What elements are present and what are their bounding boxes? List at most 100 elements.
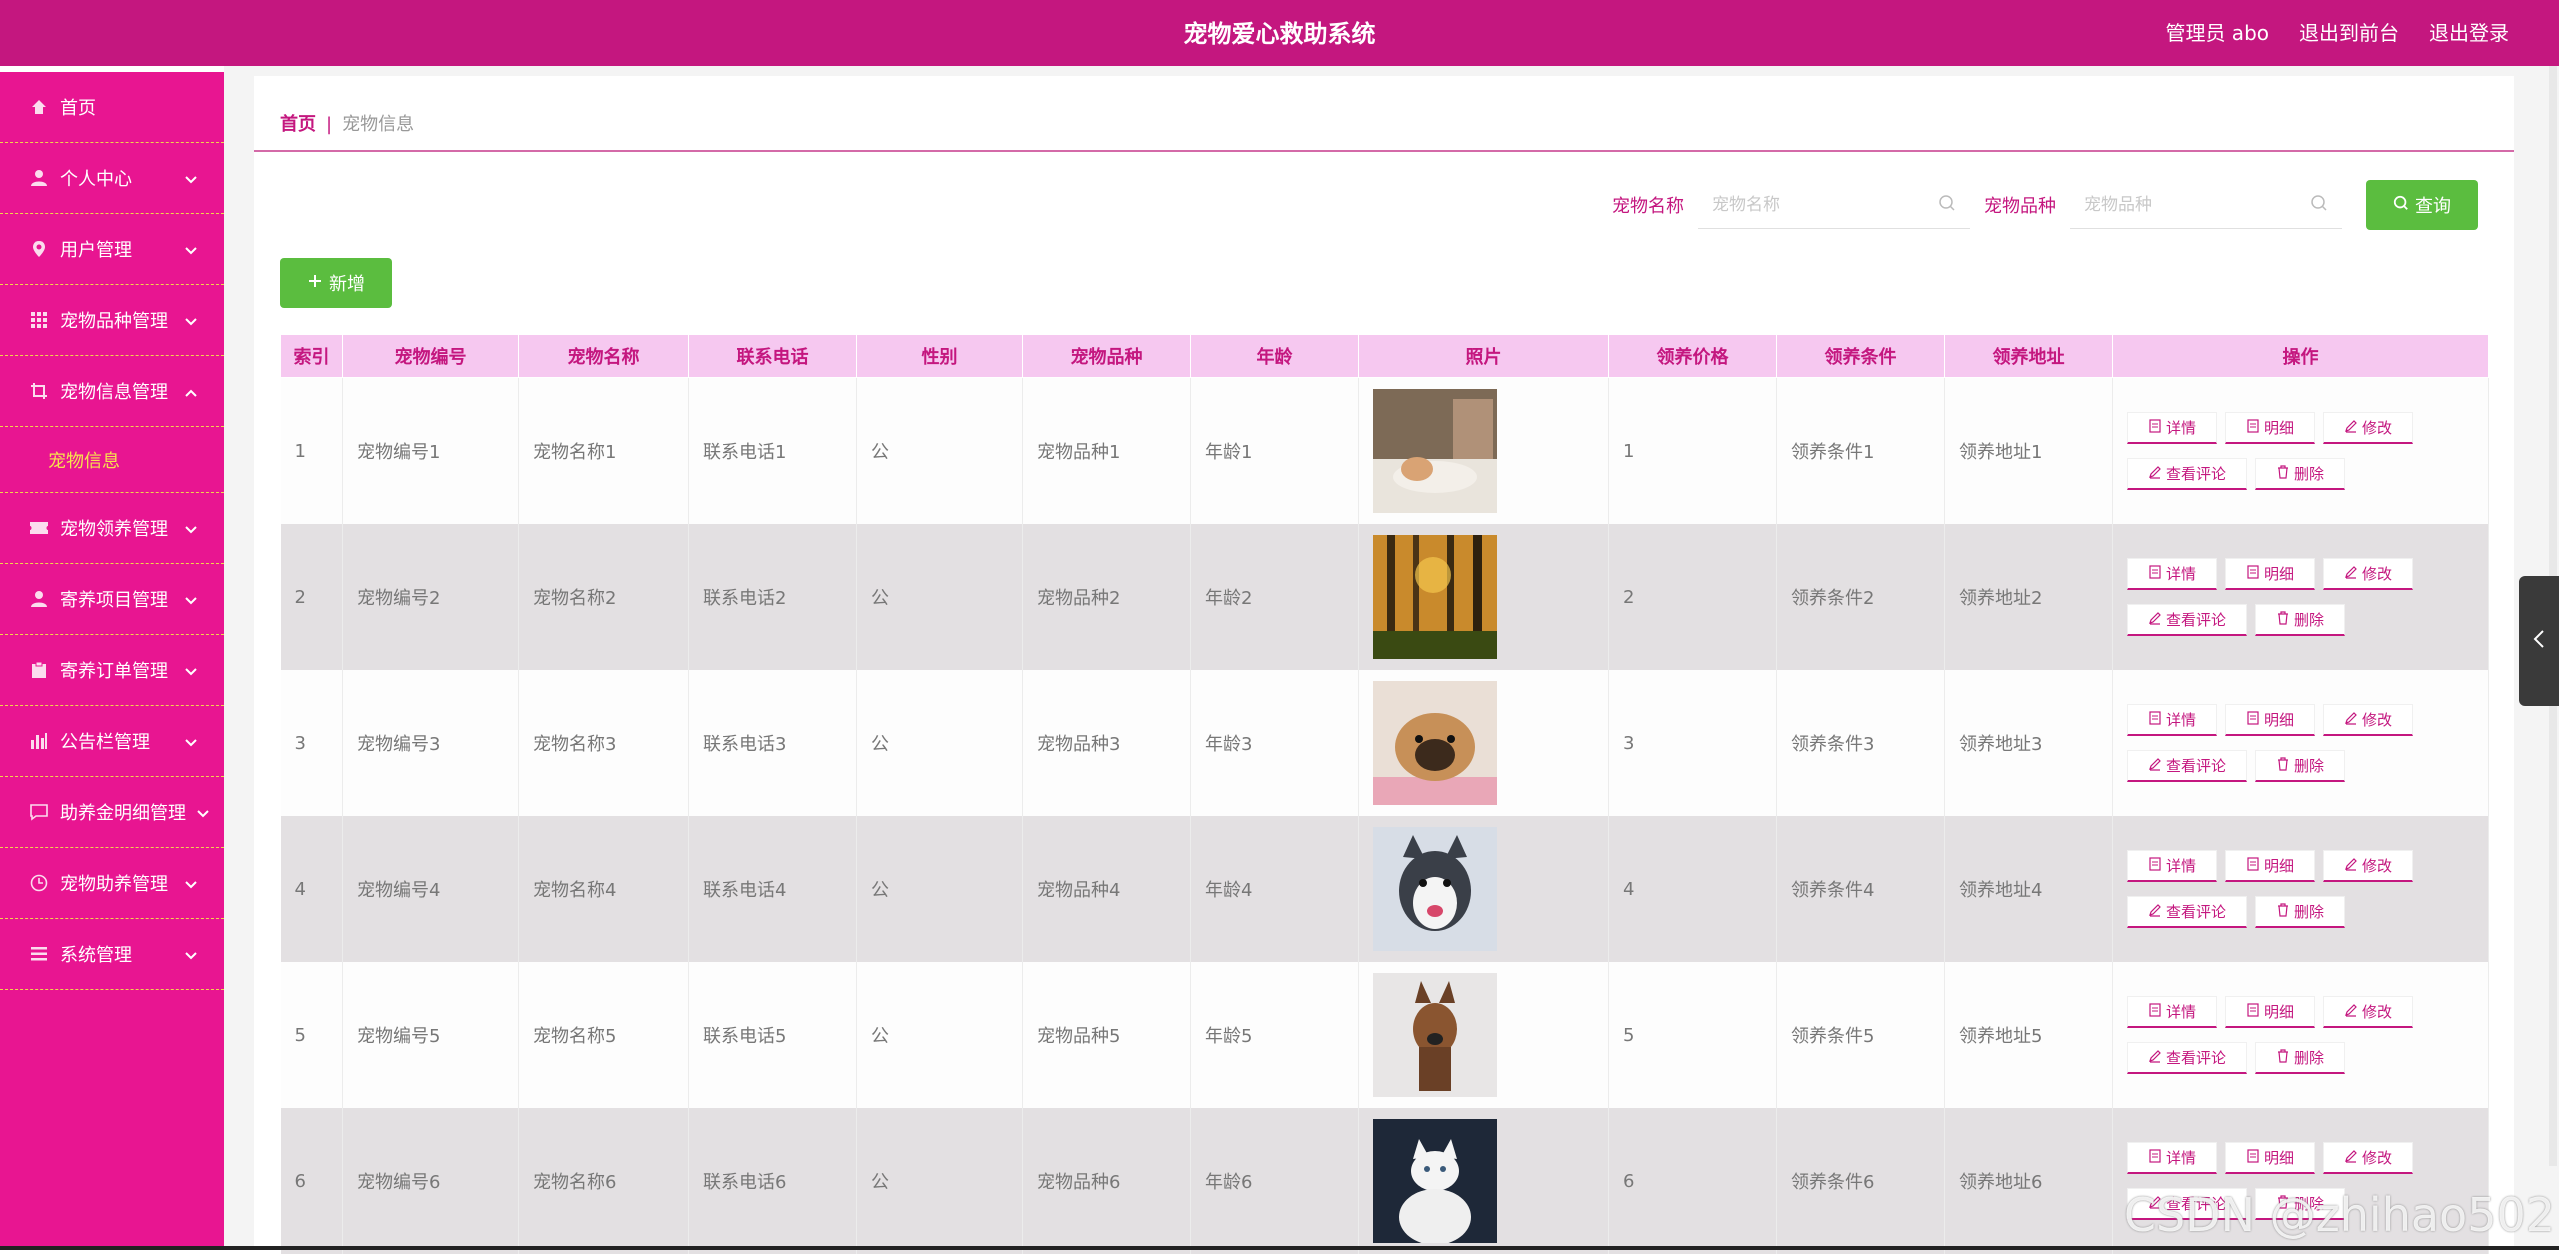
pet-photo[interactable] [1373, 973, 1608, 1097]
cell-code: 宠物编号3 [342, 670, 519, 816]
cell-gender: 公 [856, 377, 1023, 524]
detail-button[interactable]: 详情 [2127, 850, 2217, 882]
sidebar-item-foster-order-management[interactable]: 寄养订单管理 [0, 635, 224, 706]
breadcrumb-home[interactable]: 首页 [280, 114, 316, 135]
detail-button-label: 详情 [2165, 419, 2196, 437]
view-comments-button[interactable]: 查看评论 [2127, 750, 2247, 782]
cell-name: 宠物名称6 [518, 1108, 689, 1254]
sidebar-item-label: 助养金明细管理 [60, 803, 186, 824]
pet-breed-input[interactable] [2070, 181, 2316, 228]
breakdown-button[interactable]: 明细 [2225, 558, 2315, 590]
sidebar-item-breed-management[interactable]: 宠物品种管理 [0, 285, 224, 356]
edit-button[interactable]: 修改 [2323, 850, 2413, 882]
breadcrumb-divider [254, 150, 2514, 152]
edit-button[interactable]: 修改 [2323, 1142, 2413, 1174]
sidebar-item-sponsorship-management[interactable]: 宠物助养管理 [0, 848, 224, 919]
pet-name-input[interactable] [1698, 181, 1944, 228]
pet-photo[interactable] [1373, 681, 1608, 805]
chevron-down-icon [196, 803, 210, 824]
view-comments-button[interactable]: 查看评论 [2127, 458, 2247, 490]
add-button[interactable]: 新增 [280, 258, 392, 308]
cell-breed: 宠物品种5 [1022, 962, 1191, 1108]
delete-button[interactable]: 删除 [2255, 604, 2345, 636]
sidebar-item-user-management[interactable]: 用户管理 [0, 214, 224, 285]
chevron-down-icon [184, 590, 198, 611]
breakdown-button[interactable]: 明细 [2225, 412, 2315, 444]
breakdown-button[interactable]: 明细 [2225, 996, 2315, 1028]
cell-condition: 领养条件4 [1776, 816, 1945, 962]
cell-price: 5 [1608, 962, 1777, 1108]
col-header: 联系电话 [688, 334, 857, 378]
main-content: 首页 | 宠物信息 宠物名称 宠物品种 查询 新增 [224, 66, 2559, 1254]
edit-button[interactable]: 修改 [2323, 996, 2413, 1028]
detail-button[interactable]: 详情 [2127, 412, 2217, 444]
chevron-down-icon [184, 661, 198, 682]
col-header: 宠物名称 [518, 334, 689, 378]
sidebar-item-personal-center[interactable]: 个人中心 [0, 143, 224, 214]
cell-address: 领养地址3 [1944, 670, 2113, 816]
pet-photo[interactable] [1373, 1119, 1608, 1243]
sidebar-item-system-management[interactable]: 系统管理 [0, 919, 224, 990]
chevron-down-icon [184, 732, 198, 753]
sidebar-item-pet-info-management[interactable]: 宠物信息管理 [0, 356, 224, 427]
view-comments-button[interactable]: 查看评论 [2127, 604, 2247, 636]
home-icon [28, 96, 50, 118]
clipboard-icon [28, 659, 50, 681]
sidebar-item-label: 寄养项目管理 [60, 590, 168, 611]
view-comments-button[interactable]: 查看评论 [2127, 896, 2247, 928]
cell-photo [1358, 524, 1609, 670]
cell-name: 宠物名称5 [518, 962, 689, 1108]
cell-price: 3 [1608, 670, 1777, 816]
delete-button[interactable]: 删除 [2255, 896, 2345, 928]
cell-actions: 详情 明细 修改查看评论 删除 [2112, 524, 2489, 670]
breakdown-button[interactable]: 明细 [2225, 1142, 2315, 1174]
delete-button[interactable]: 删除 [2255, 750, 2345, 782]
delete-button[interactable]: 删除 [2255, 1042, 2345, 1074]
view-comments-button-label: 查看评论 [2165, 903, 2226, 921]
table-row: 5 宠物编号5 宠物名称5 联系电话5 公宠物品种5 年龄5 5 领养条件5 领养地址5 详情 明细… [280, 962, 2489, 1108]
sidebar-item-foster-project-management[interactable]: 寄养项目管理 [0, 564, 224, 635]
edit-icon [2148, 757, 2162, 775]
cell-gender: 公 [856, 1108, 1023, 1254]
chevron-down-icon [184, 169, 198, 190]
detail-button[interactable]: 详情 [2127, 996, 2217, 1028]
edit-button[interactable]: 修改 [2323, 558, 2413, 590]
breakdown-button[interactable]: 明细 [2225, 850, 2315, 882]
user-icon [28, 167, 50, 189]
pet-photo[interactable] [1373, 535, 1608, 659]
detail-button-label: 详情 [2165, 1149, 2196, 1167]
delete-button[interactable]: 删除 [2255, 458, 2345, 490]
exit-to-front-link[interactable]: 退出到前台 [2299, 17, 2399, 46]
query-button[interactable]: 查询 [2366, 180, 2478, 230]
sidebar-item-fund-detail-management[interactable]: 助养金明细管理 [0, 777, 224, 848]
row-actions: 详情 明细 修改查看评论 删除 [2127, 704, 2427, 782]
detail-button[interactable]: 详情 [2127, 704, 2217, 736]
detail-button[interactable]: 详情 [2127, 558, 2217, 590]
search-icon [1938, 194, 1956, 216]
list-icon [28, 943, 50, 965]
edit-button[interactable]: 修改 [2323, 704, 2413, 736]
breakdown-button[interactable]: 明细 [2225, 704, 2315, 736]
cell-price: 1 [1608, 377, 1777, 524]
trash-icon [2276, 610, 2290, 629]
sidebar-item-adoption-management[interactable]: 宠物领养管理 [0, 493, 224, 564]
sidebar-item-bulletin-management[interactable]: 公告栏管理 [0, 706, 224, 777]
side-collapse-tab[interactable] [2519, 576, 2559, 706]
pet-photo[interactable] [1373, 827, 1608, 951]
edit-button[interactable]: 修改 [2323, 412, 2413, 444]
view-comments-button-label: 查看评论 [2165, 757, 2226, 775]
trash-icon [2276, 902, 2290, 921]
edit-icon [2344, 857, 2358, 875]
edit-icon [2344, 711, 2358, 729]
sidebar-subitem-pet-info[interactable]: 宠物信息 [0, 427, 224, 493]
detail-button[interactable]: 详情 [2127, 1142, 2217, 1174]
pet-photo[interactable] [1373, 389, 1608, 513]
view-comments-button[interactable]: 查看评论 [2127, 1042, 2247, 1074]
delete-button-label: 删除 [2293, 757, 2324, 775]
document-icon [2246, 418, 2260, 437]
cell-phone: 联系电话5 [688, 962, 857, 1108]
edit-button-label: 修改 [2361, 711, 2392, 729]
logout-link[interactable]: 退出登录 [2429, 17, 2509, 46]
chevron-down-icon [184, 519, 198, 540]
sidebar-item-home[interactable]: 首页 [0, 72, 224, 143]
